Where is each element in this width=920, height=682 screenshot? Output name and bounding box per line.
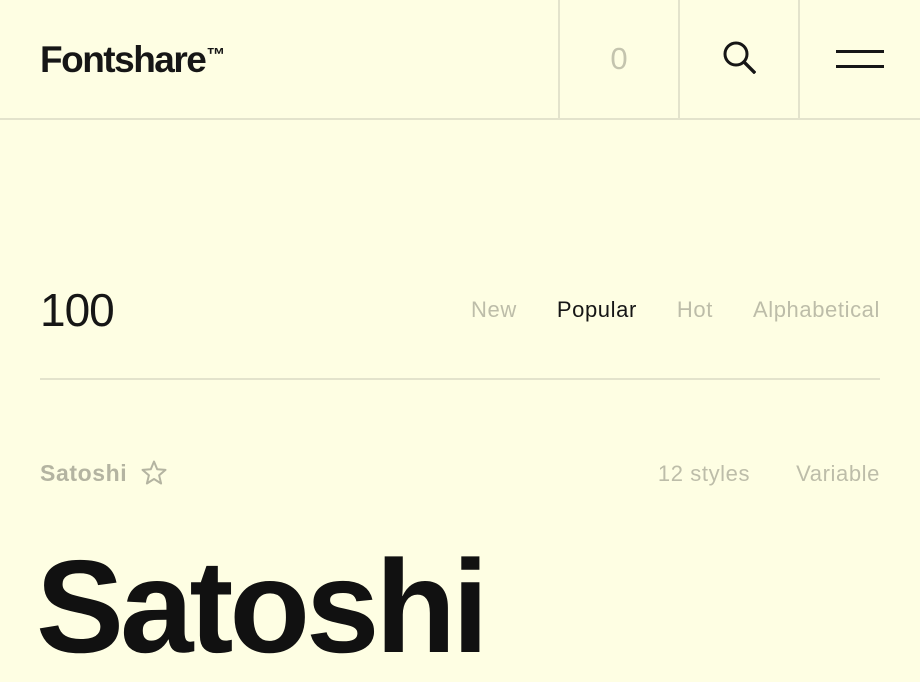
site-header: Fontshare™ 0	[0, 0, 920, 120]
font-name-link[interactable]: Satoshi	[40, 458, 127, 488]
hamburger-menu-icon	[836, 50, 884, 68]
sort-alphabetical[interactable]: Alphabetical	[753, 296, 880, 324]
font-meta: 12 styles Variable	[658, 460, 880, 488]
font-preview-text[interactable]: Satoshi	[36, 532, 489, 682]
section-divider	[40, 378, 880, 380]
font-type: Variable	[796, 461, 880, 486]
search-icon	[722, 40, 757, 79]
fontshare-logo[interactable]: Fontshare™	[40, 36, 225, 84]
sort-new[interactable]: New	[471, 296, 517, 324]
font-styles-count: 12 styles	[657, 461, 751, 486]
font-total-count: 100	[40, 284, 115, 336]
menu-button[interactable]	[798, 0, 920, 118]
logo-text: Fontshare	[40, 39, 207, 80]
sort-options: New Popular Hot Alphabetical	[431, 296, 880, 324]
trademark-mark: ™	[206, 45, 225, 66]
search-button[interactable]	[678, 0, 798, 118]
star-icon[interactable]	[140, 459, 168, 487]
cart-count-button[interactable]: 0	[558, 0, 678, 118]
sort-popular[interactable]: Popular	[557, 296, 637, 324]
sort-hot[interactable]: Hot	[677, 296, 713, 324]
cart-count: 0	[610, 41, 628, 76]
